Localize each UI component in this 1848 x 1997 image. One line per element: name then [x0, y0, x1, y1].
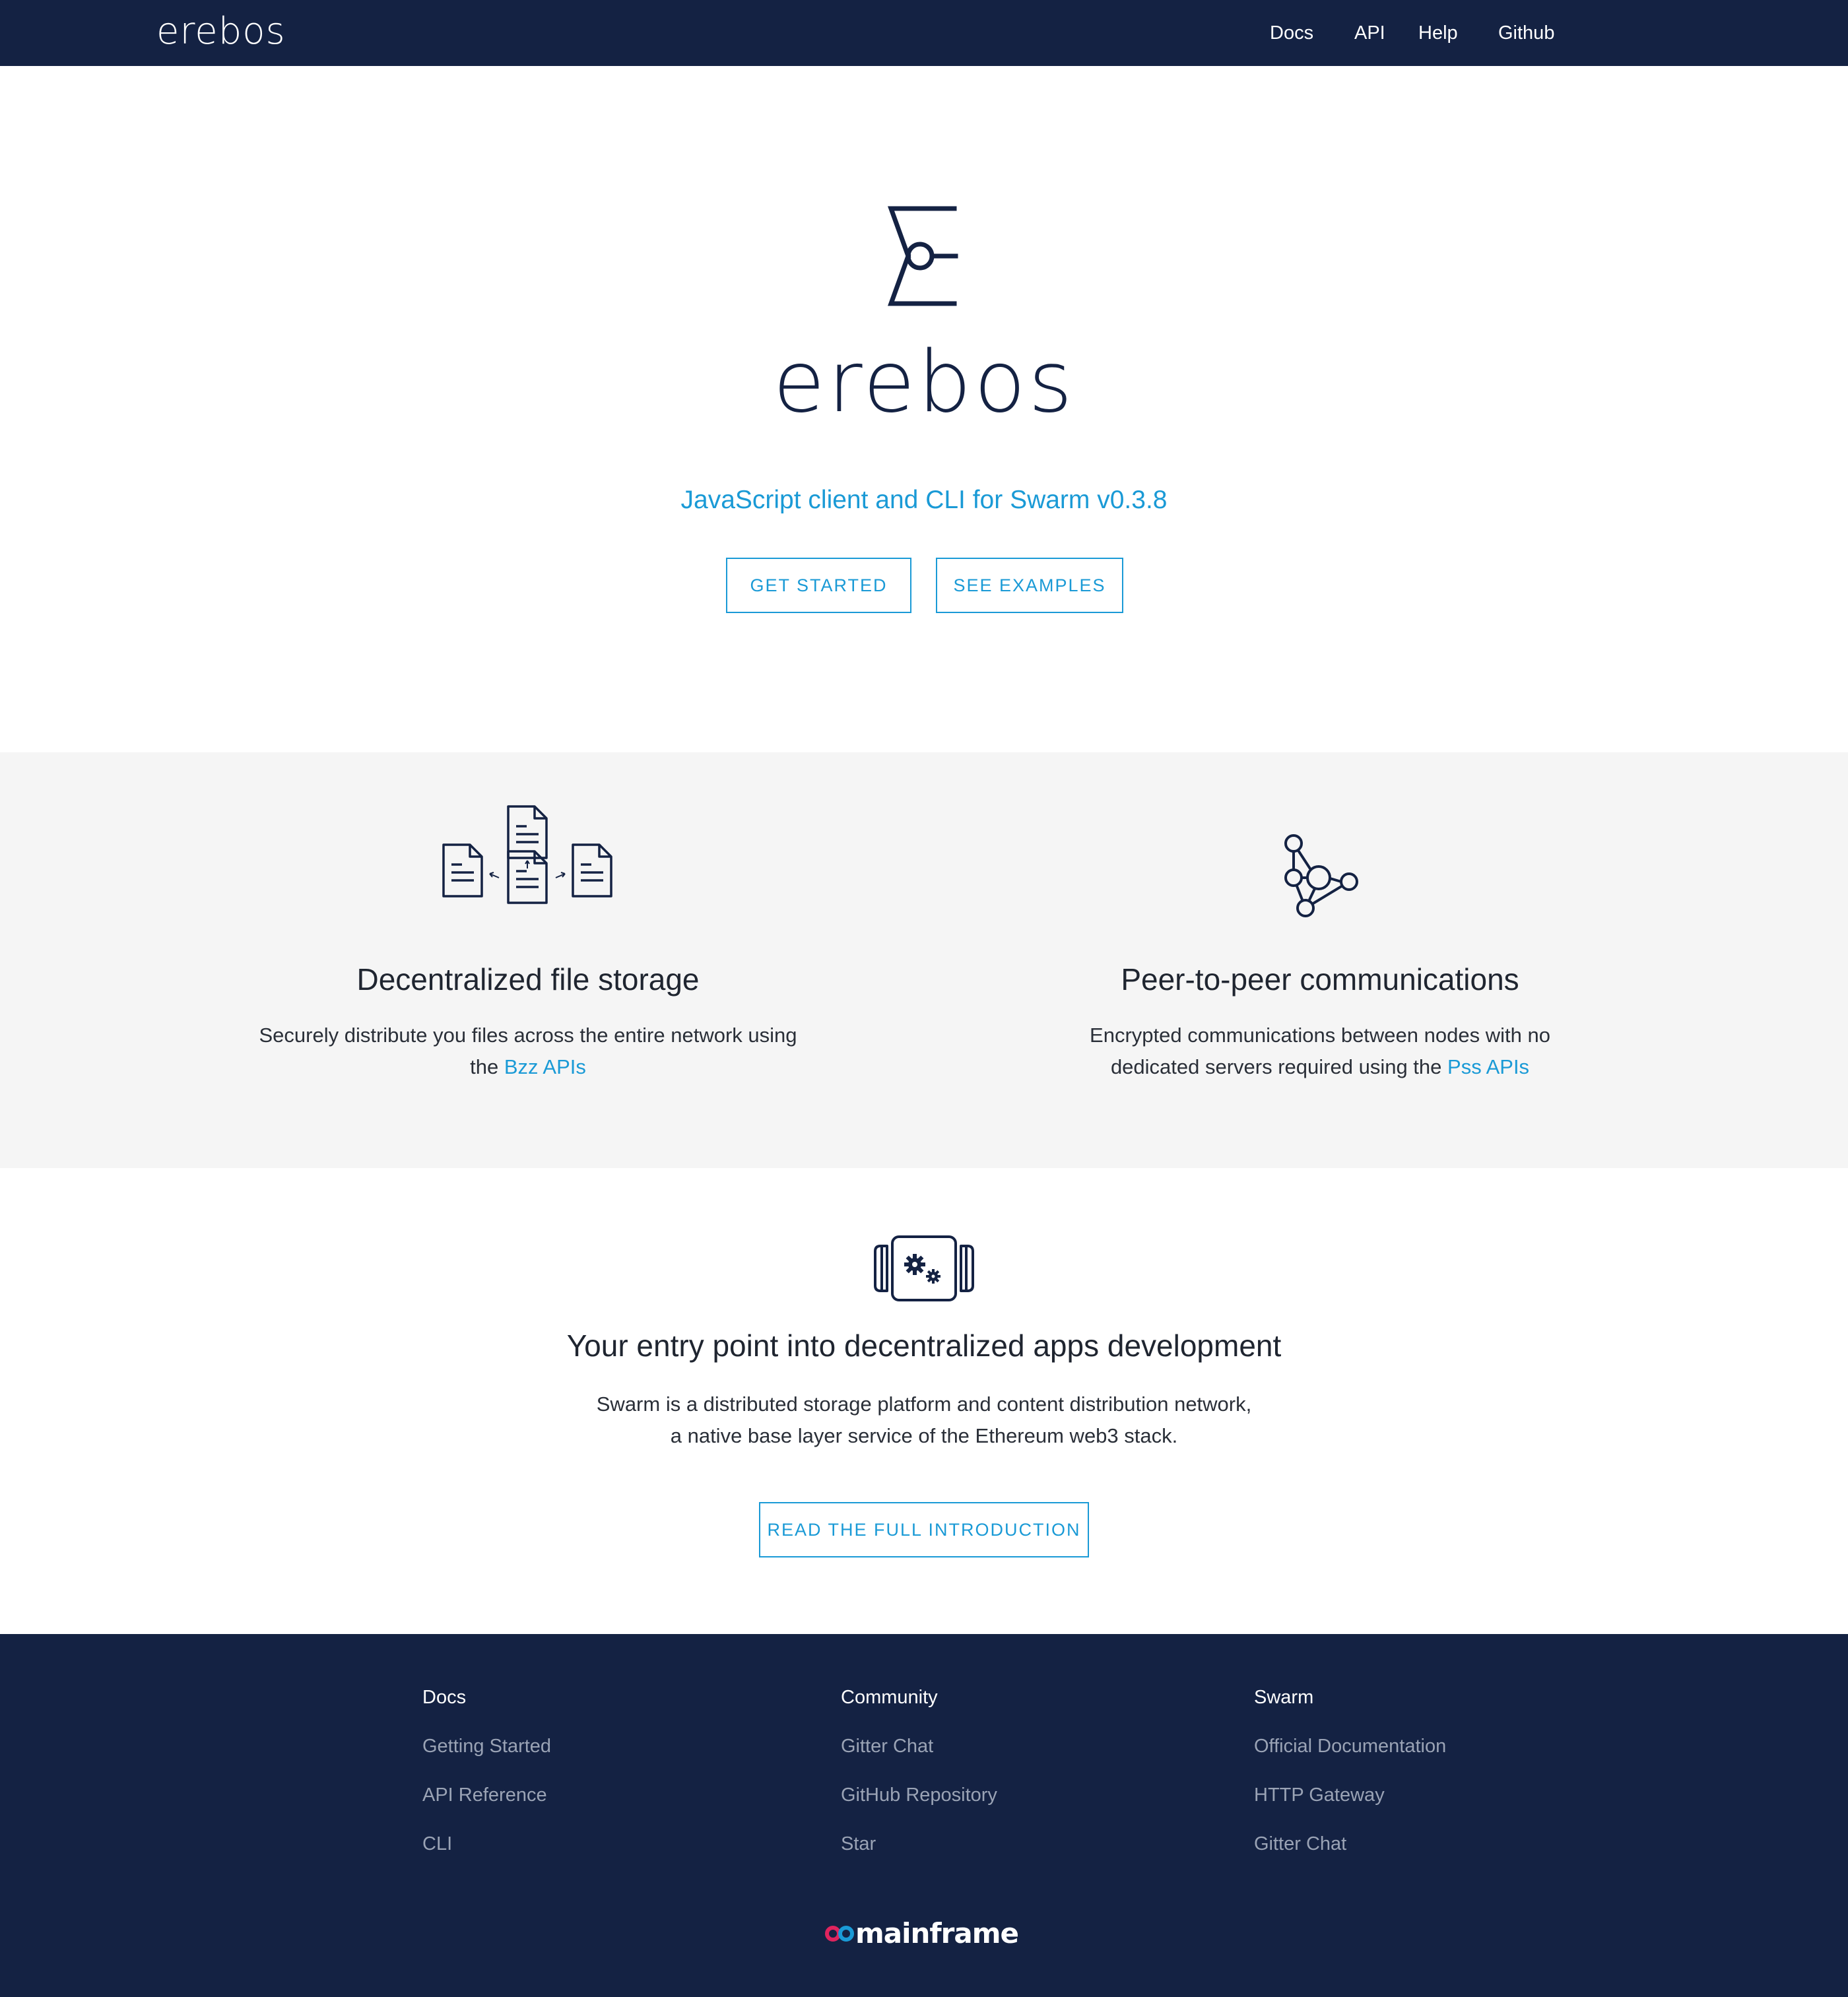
hero-title: erebos — [773, 333, 1075, 432]
mainframe-wordmark: mainframe — [855, 1917, 1019, 1949]
footer-heading: Swarm — [1254, 1687, 1314, 1708]
feature-desc-line: the Bzz APIs — [198, 1051, 858, 1083]
footer-column-community: Community Gitter Chat GitHub Repository … — [841, 1684, 997, 1880]
footer-link-github-repository[interactable]: GitHub Repository — [841, 1782, 997, 1808]
feature-desc-text: the — [470, 1055, 504, 1078]
footer-link-star[interactable]: Star — [841, 1831, 997, 1857]
nav-link-help[interactable]: Help — [1418, 21, 1458, 45]
footer: Docs Getting Started API Reference CLI C… — [0, 1634, 1848, 1997]
read-introduction-button[interactable]: READ THE FULL INTRODUCTION — [759, 1502, 1089, 1557]
footer-link-gitter-chat[interactable]: Gitter Chat — [841, 1733, 997, 1759]
feature-desc-line: Encrypted communications between nodes w… — [1090, 1024, 1550, 1047]
features-section: Decentralized file storage Securely dist… — [0, 752, 1848, 1168]
intro-description: Swarm is a distributed storage platform … — [0, 1389, 1848, 1452]
file-storage-icon — [442, 805, 612, 904]
footer-link-http-gateway[interactable]: HTTP Gateway — [1254, 1782, 1446, 1808]
footer-link-cli[interactable]: CLI — [422, 1831, 551, 1857]
feature-desc-line: dedicated servers required using the Pss… — [990, 1051, 1650, 1083]
erebos-epsilon-logo-icon — [888, 206, 958, 306]
nav-link-api[interactable]: API — [1354, 21, 1385, 45]
intro-desc-line: Swarm is a distributed storage platform … — [596, 1392, 1252, 1416]
network-nodes-icon — [1284, 834, 1358, 917]
hero-section: erebos JavaScript client and CLI for Swa… — [0, 66, 1848, 752]
footer-link-getting-started[interactable]: Getting Started — [422, 1733, 551, 1759]
top-navbar: erebos Docs API Help Github — [0, 0, 1848, 66]
intro-section: Your entry point into decentralized apps… — [0, 1168, 1848, 1634]
footer-column-swarm: Swarm Official Documentation HTTP Gatewa… — [1254, 1684, 1446, 1880]
brand-logo[interactable]: erebos — [156, 8, 286, 55]
bzz-apis-link[interactable]: Bzz APIs — [504, 1055, 586, 1078]
feature-title-file-storage: Decentralized file storage — [356, 962, 700, 997]
intro-desc-line: a native base layer service of the Ether… — [670, 1424, 1178, 1447]
nav-link-github[interactable]: Github — [1498, 21, 1554, 45]
get-started-button[interactable]: GET STARTED — [726, 558, 911, 613]
feature-desc-line: Securely distribute you files across the… — [259, 1024, 797, 1047]
intro-title: Your entry point into decentralized apps… — [566, 1328, 1282, 1363]
footer-column-docs: Docs Getting Started API Reference CLI — [422, 1684, 551, 1880]
see-examples-button[interactable]: SEE EXAMPLES — [936, 558, 1123, 613]
feature-desc-p2p: Encrypted communications between nodes w… — [990, 1020, 1650, 1083]
feature-desc-file-storage: Securely distribute you files across the… — [198, 1020, 858, 1083]
feature-desc-text: dedicated servers required using the — [1110, 1055, 1448, 1078]
footer-link-swarm-gitter-chat[interactable]: Gitter Chat — [1254, 1831, 1446, 1857]
mainframe-infinity-icon — [825, 1926, 854, 1942]
nav-link-docs[interactable]: Docs — [1270, 21, 1313, 45]
footer-link-api-reference[interactable]: API Reference — [422, 1782, 551, 1808]
hero-tagline: JavaScript client and CLI for Swarm v0.3… — [680, 486, 1168, 514]
mainframe-logo[interactable]: mainframe — [825, 1914, 1036, 1953]
gear-device-icon — [874, 1235, 974, 1301]
pss-apis-link[interactable]: Pss APIs — [1447, 1055, 1529, 1078]
footer-heading: Community — [841, 1687, 938, 1708]
footer-link-official-documentation[interactable]: Official Documentation — [1254, 1733, 1446, 1759]
footer-heading: Docs — [422, 1687, 467, 1708]
feature-title-p2p: Peer-to-peer communications — [1121, 962, 1519, 997]
